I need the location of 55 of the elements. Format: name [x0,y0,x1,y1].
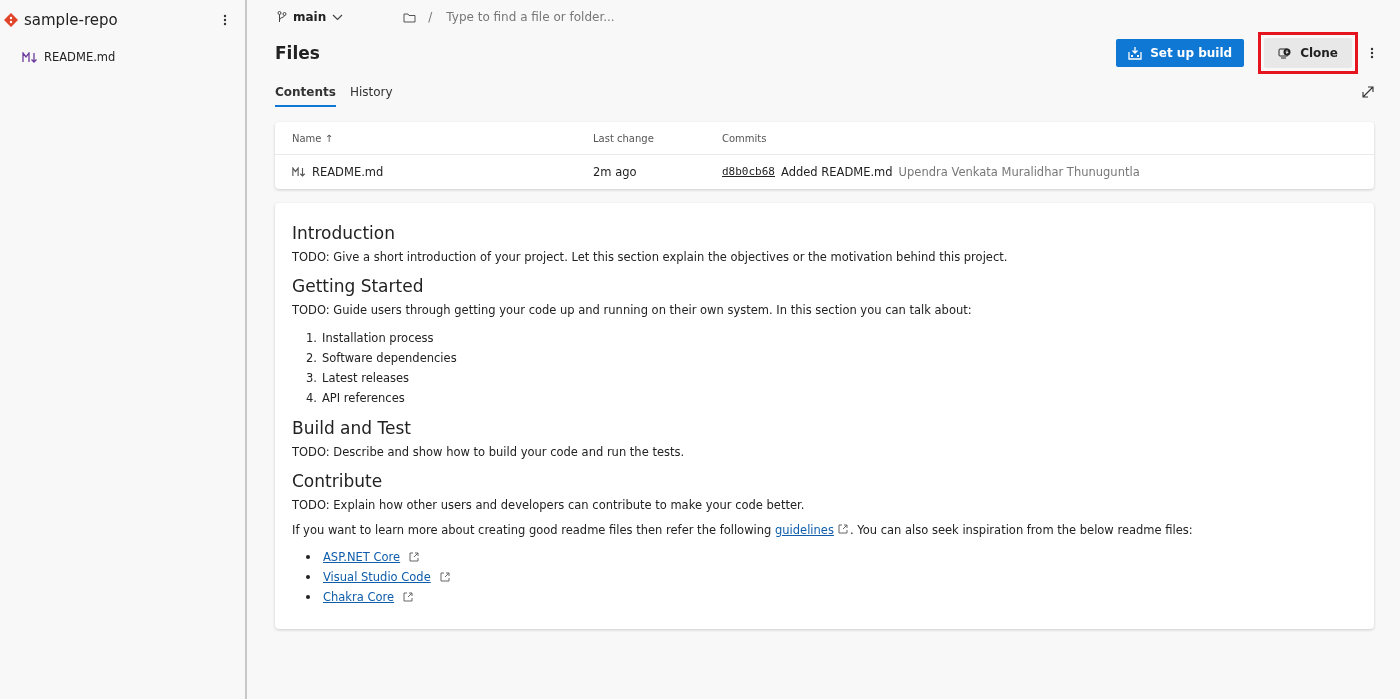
external-link-icon [439,572,450,583]
build-icon [1128,46,1143,60]
table-cell-text: 2m ago [593,165,638,179]
list-item: Installation process [322,330,434,345]
paragraph: TODO: Describe and show how to build your code and run the tests. [292,443,686,461]
set-up-build-button[interactable]: Set up build [1116,39,1245,67]
folder-icon [403,11,417,23]
paragraph: TODO: Give a short introduction of your project. Let this section explain the objectives or the motivation behind this project. [292,249,1009,266]
readme-link[interactable]: Chakra Core [323,590,395,605]
external-link-icon [409,552,420,563]
file-name[interactable]: README.md [312,165,384,179]
paragraph: TODO: Guide users through getting your code up and running on their own system. In this section you can talk about: [292,302,973,320]
commit-author: Upendra Venkata Muralidhar Thunuguntla [898,165,1140,179]
column-header[interactable]: Last change [593,132,722,144]
paragraph: TODO: Explain how other users and developers can contribute to make your code better. [292,496,806,514]
list-number: 3. [306,370,317,385]
commit-message: Added README.md [781,165,893,179]
branch-selector[interactable]: main [275,10,350,24]
column-header[interactable]: Name ↑ [292,132,593,144]
section-heading: Introduction [292,223,396,243]
branch-icon [277,11,287,23]
more-icon[interactable] [223,14,227,26]
external-link-icon [403,592,414,603]
git-icon [4,13,18,27]
expand-icon[interactable] [1362,86,1374,98]
file-name: README.md [44,50,116,64]
list-number: 2. [306,350,317,365]
clone-icon [1278,46,1293,60]
readme-link[interactable]: ASP.NET Core [323,550,401,565]
markdown-icon [292,167,306,177]
guidelines-link[interactable]: guidelines [775,523,834,537]
section-heading: Contribute [292,470,384,491]
search-field[interactable]: Type to find a file or folder... [444,9,749,25]
external-link-icon [837,524,848,534]
list-number: 1. [306,330,317,345]
page-title: Files [275,43,320,63]
section-heading: Build and Test [292,417,412,438]
file-item[interactable]: README.md [0,48,245,66]
section-heading: Getting Started [292,276,425,297]
readme-link[interactable]: Visual Studio Code [323,570,431,585]
list-item: Software dependencies [322,350,457,365]
repo-name[interactable]: sample-repo [24,11,217,29]
more-icon[interactable] [1370,47,1374,59]
tab[interactable]: History [349,77,393,107]
column-header[interactable]: Commits [722,132,1357,144]
path-separator: / [428,10,433,24]
clone-button[interactable]: Clone [1264,38,1352,68]
list-number: 4. [306,390,317,405]
paragraph: If you want to learn more about creating good readme files then refer the following guidelines . You can also seek inspiration from the below readme files: [292,522,1194,539]
commit-link[interactable]: d8b0cb68 [722,165,775,179]
list-item: Latest releases [322,370,410,385]
chevron-down-icon [332,13,344,21]
markdown-icon [22,51,38,63]
tab[interactable]: Contents [275,77,336,107]
list-item: API references [322,390,405,405]
